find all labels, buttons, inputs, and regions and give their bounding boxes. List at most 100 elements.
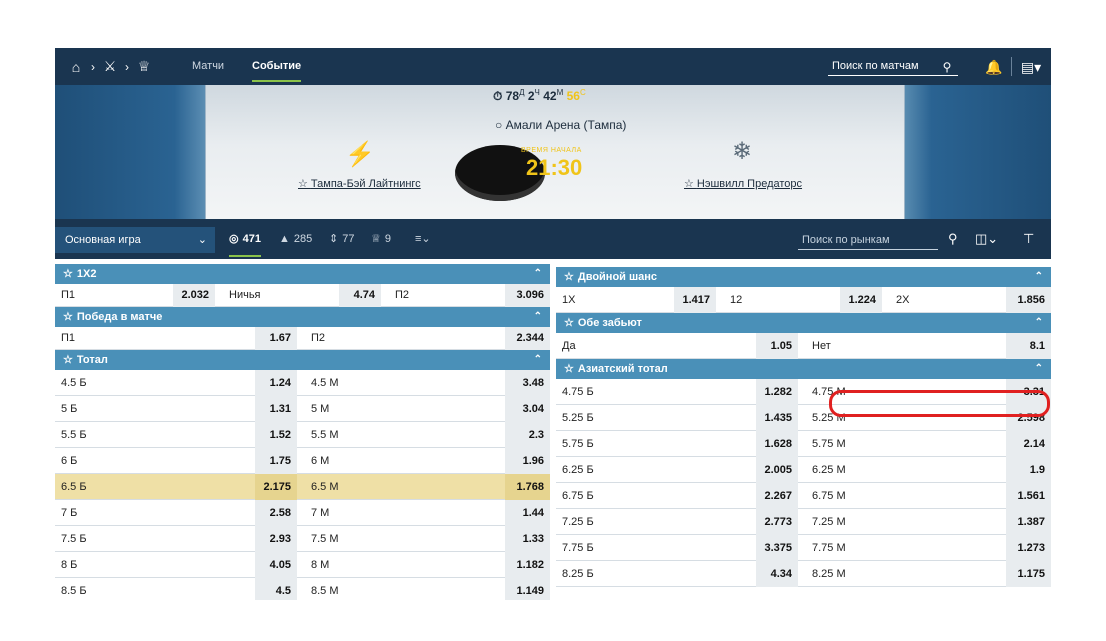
odds-button[interactable]: 8.1	[1006, 333, 1051, 359]
odds-button[interactable]: 1.75	[255, 448, 297, 474]
chevron-up-icon[interactable]: ⌃	[534, 350, 542, 370]
odds-button[interactable]: 2.93	[255, 526, 297, 552]
odds-button[interactable]: 3.375	[756, 535, 798, 561]
outcome-label: 7.5 М	[311, 533, 339, 545]
stats-chart-icon[interactable]: ▤▾	[1018, 58, 1044, 76]
odds-button[interactable]: 1.856	[1006, 287, 1051, 313]
total-rows: 4.5 Б 1.24 4.5 М 3.48 5 Б 1.31 5 М 3.04 5.5 Б 1.5…	[55, 370, 550, 600]
chevron-up-icon[interactable]: ⌃	[1035, 359, 1043, 379]
odds-button[interactable]: 1.52	[255, 422, 297, 448]
odds-button[interactable]: 2.14	[1006, 431, 1051, 457]
odds-button[interactable]: 1.417	[674, 287, 716, 313]
away-team-name: Нэшвилл Предаторс	[696, 178, 803, 190]
odds-button[interactable]: 1.96	[505, 448, 550, 474]
odds-button[interactable]: 3.04	[505, 396, 550, 422]
bell-icon[interactable]: 🔔	[985, 58, 1003, 76]
odds-button[interactable]: 4.05	[255, 552, 297, 578]
section-header-asian-total[interactable]: ☆ Азиатский тотал ⌃	[556, 359, 1051, 379]
outcome-label: 6.75 М	[812, 490, 846, 502]
odds-button[interactable]: 2.773	[756, 509, 798, 535]
totals-count: 77	[342, 233, 355, 245]
odds-button[interactable]: 4.5	[255, 578, 297, 600]
odds-button[interactable]: 1.435	[756, 405, 798, 431]
section-header-1x2[interactable]: ☆ 1X2 ⌃	[55, 264, 550, 284]
odds-button[interactable]: 3.096	[505, 284, 550, 307]
odds-button[interactable]: 1.05	[756, 333, 798, 359]
market-search-input[interactable]: Поиск по рынкам	[798, 232, 938, 250]
odds-button[interactable]: 1.282	[756, 379, 798, 405]
odds-button[interactable]: 2.267	[756, 483, 798, 509]
market-row: 6.25 Б 2.005 6.25 М 1.9	[556, 457, 1051, 483]
chevron-up-icon[interactable]: ⌃	[1035, 313, 1043, 333]
market-row: П1 1.67 П2 2.344	[55, 327, 550, 350]
outcome-label: 8 М	[311, 559, 330, 571]
odds-button[interactable]: 1.273	[1006, 535, 1051, 561]
odds-button[interactable]: 1.67	[255, 327, 297, 350]
tab-popular[interactable]: ▲ 285	[279, 219, 312, 259]
trophy-icon: ♕	[371, 233, 381, 245]
odds-button[interactable]: 1.33	[505, 526, 550, 552]
home-icon[interactable]: ⌂	[67, 58, 85, 76]
game-select[interactable]: Основная игра ⌄	[55, 227, 215, 253]
tab-results[interactable]: ♕ 9	[371, 219, 391, 259]
odds-button[interactable]: 1.175	[1006, 561, 1051, 587]
away-team-logo: ❄	[732, 138, 753, 165]
odds-button[interactable]: 2.175	[255, 474, 297, 500]
match-search-input[interactable]: Поиск по матчам ⚲	[828, 59, 958, 76]
odds-button[interactable]: 2.032	[173, 284, 215, 307]
odds-button[interactable]: 1.224	[840, 287, 882, 313]
section-title: 1X2	[76, 268, 97, 280]
odds-button[interactable]: 2.58	[255, 500, 297, 526]
odds-button[interactable]: 1.387	[1006, 509, 1051, 535]
odds-button[interactable]: 2.344	[505, 327, 550, 350]
odds-button[interactable]: 1.24	[255, 370, 297, 396]
section-header-both-score[interactable]: ☆ Обе забьют ⌃	[556, 313, 1051, 333]
odds-button[interactable]: 2.3	[505, 422, 550, 448]
star-icon[interactable]: ☆	[564, 363, 574, 375]
trophy-icon[interactable]: ♕	[135, 58, 153, 76]
home-team-link[interactable]: ☆ Тампа-Бэй Лайтнингс	[298, 177, 421, 190]
odds-button[interactable]: 4.74	[339, 284, 381, 307]
nav-link-event[interactable]: Событие	[252, 48, 302, 85]
odds-button[interactable]: 1.44	[505, 500, 550, 526]
odds-button[interactable]: 1.561	[1006, 483, 1051, 509]
odds-button[interactable]: 1.628	[756, 431, 798, 457]
chevron-up-icon[interactable]: ⌃	[1035, 267, 1043, 287]
layout-columns-icon[interactable]: ◫⌄	[975, 231, 998, 247]
market-row: 5 Б 1.31 5 М 3.04	[55, 396, 550, 422]
market-row: 8.5 Б 4.5 8.5 М 1.149	[55, 578, 550, 600]
section-header-match-winner[interactable]: ☆ Победа в матче ⌃	[55, 307, 550, 327]
star-icon[interactable]: ☆	[63, 268, 73, 280]
away-team-link[interactable]: ☆ Нэшвилл Предаторс	[684, 177, 802, 190]
star-icon[interactable]: ☆	[63, 354, 73, 366]
outcome-label: П2	[395, 289, 410, 301]
outcome-label: 5.75 Б	[562, 438, 594, 450]
search-icon[interactable]: ⚲	[948, 231, 958, 247]
star-icon[interactable]: ☆	[564, 317, 574, 329]
collapse-all-icon[interactable]: ⊤	[1023, 231, 1034, 247]
tab-all-markets[interactable]: ◎ 471	[229, 219, 261, 259]
chevron-up-icon[interactable]: ⌃	[534, 264, 542, 284]
odds-button[interactable]: 2.005	[756, 457, 798, 483]
odds-button[interactable]: 1.149	[505, 578, 550, 600]
tab-totals[interactable]: ⇕ 77	[329, 219, 354, 259]
section-header-total[interactable]: ☆ Тотал ⌃	[55, 350, 550, 370]
search-icon[interactable]: ⚲	[938, 58, 956, 76]
section-header-double-chance[interactable]: ☆ Двойной шанс ⌃	[556, 267, 1051, 287]
chevron-up-icon[interactable]: ⌃	[534, 307, 542, 327]
odds-button[interactable]: 1.768	[505, 474, 550, 500]
odds-button[interactable]: 1.182	[505, 552, 550, 578]
odds-button[interactable]: 1.9	[1006, 457, 1051, 483]
star-icon[interactable]: ☆	[564, 271, 574, 283]
star-icon[interactable]: ☆	[63, 311, 73, 323]
all-markets-count: 471	[242, 233, 261, 245]
outcome-label: Нет	[812, 340, 831, 352]
nav-link-matches[interactable]: Матчи	[192, 48, 224, 85]
odds-button[interactable]: 4.34	[756, 561, 798, 587]
odds-button[interactable]: 1.31	[255, 396, 297, 422]
hockey-icon[interactable]: ⚔	[101, 58, 119, 76]
tab-more[interactable]: ≡⌄	[415, 219, 431, 259]
arena-name: ○ Амали Арена (Тампа)	[495, 118, 626, 132]
odds-button[interactable]: 3.48	[505, 370, 550, 396]
chevron-right-icon: ›	[91, 59, 95, 74]
